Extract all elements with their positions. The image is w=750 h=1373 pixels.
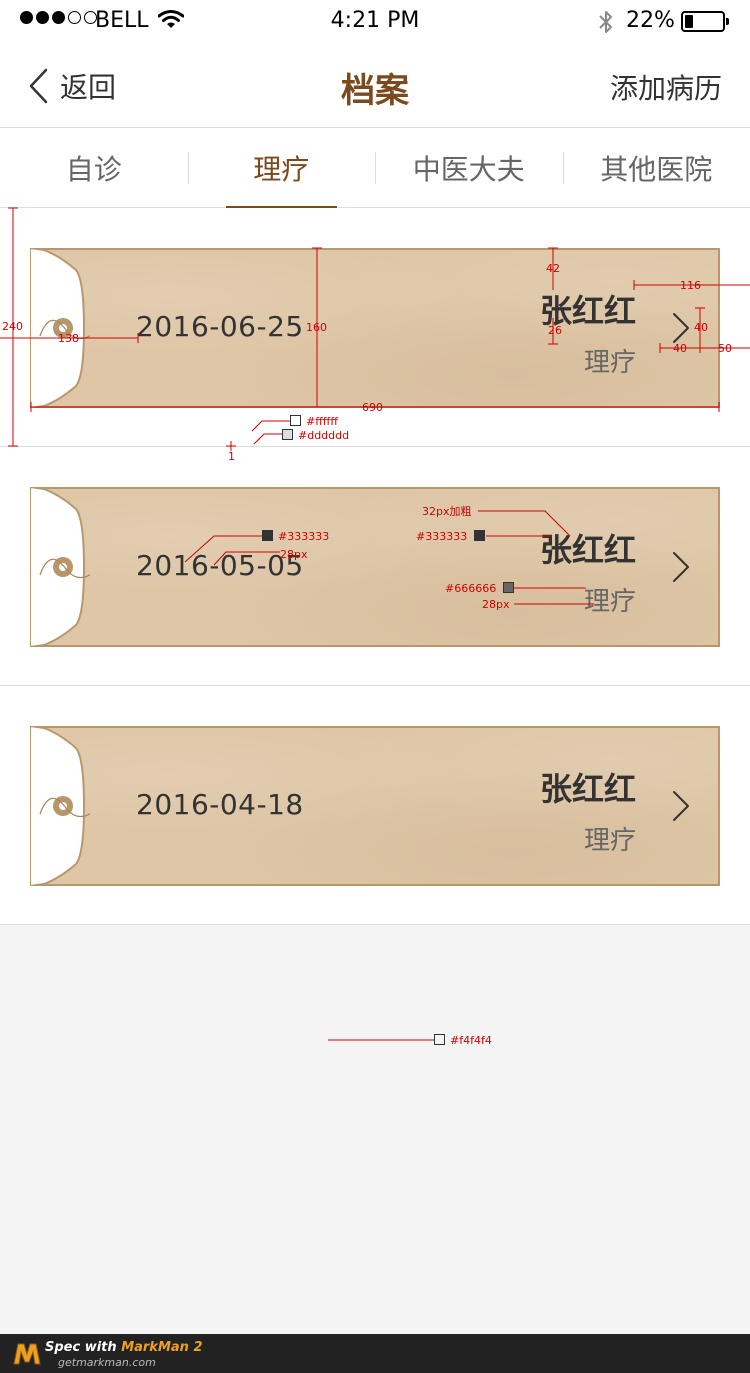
markman-footer: Spec with MarkMan 2 getmarkman.com (0, 1334, 750, 1373)
bluetooth-icon (597, 9, 615, 39)
envelope-flap-icon (30, 487, 90, 647)
patient-name: 张红红 (539, 770, 636, 808)
record-row: 2016-05-05 张红红 理疗 (0, 447, 750, 686)
navigation-bar: 返回 档案 添加病历 (0, 44, 750, 128)
footer-credit: Spec with MarkMan 2 (45, 1340, 203, 1355)
envelope-flap-icon (30, 726, 90, 886)
battery-percent: 22% (626, 8, 675, 33)
record-date: 2016-04-18 (136, 788, 304, 821)
record-row: 2016-04-18 张红红 理疗 (0, 686, 750, 925)
markman-logo-icon (13, 1343, 41, 1365)
patient-name: 张红红 (539, 292, 636, 330)
record-row: 2016-06-25 张红红 理疗 (0, 208, 750, 447)
patient-name: 张红红 (539, 531, 636, 569)
tab-other-hospital[interactable]: 其他医院 (562, 128, 750, 208)
tab-bar: 自诊 理疗 中医大夫 其他医院 (0, 128, 750, 209)
add-record-button[interactable]: 添加病历 (610, 67, 722, 107)
record-date: 2016-05-05 (136, 549, 304, 582)
tab-physiotherapy[interactable]: 理疗 (187, 128, 376, 209)
chevron-right-icon (673, 552, 689, 582)
record-date: 2016-06-25 (136, 310, 304, 343)
back-button[interactable]: 返回 (28, 66, 116, 106)
record-type: 理疗 (583, 587, 636, 617)
record-type: 理疗 (583, 826, 636, 856)
record-card[interactable]: 2016-05-05 张红红 理疗 (30, 487, 720, 647)
tab-self-diagnosis[interactable]: 自诊 (0, 128, 188, 208)
tab-tcm-doctor[interactable]: 中医大夫 (375, 128, 563, 208)
envelope-flap-icon (30, 248, 90, 408)
record-card[interactable]: 2016-06-25 张红红 理疗 (30, 248, 720, 408)
empty-area (0, 925, 750, 1334)
chevron-right-icon (673, 313, 689, 343)
record-type: 理疗 (583, 348, 636, 378)
status-bar: BELL 4:21 PM 22% (0, 0, 750, 44)
battery-icon (681, 11, 729, 32)
chevron-left-icon (29, 68, 48, 104)
footer-url[interactable]: getmarkman.com (58, 1356, 156, 1369)
back-label: 返回 (60, 71, 117, 104)
record-card[interactable]: 2016-04-18 张红红 理疗 (30, 726, 720, 886)
chevron-right-icon (673, 791, 689, 821)
